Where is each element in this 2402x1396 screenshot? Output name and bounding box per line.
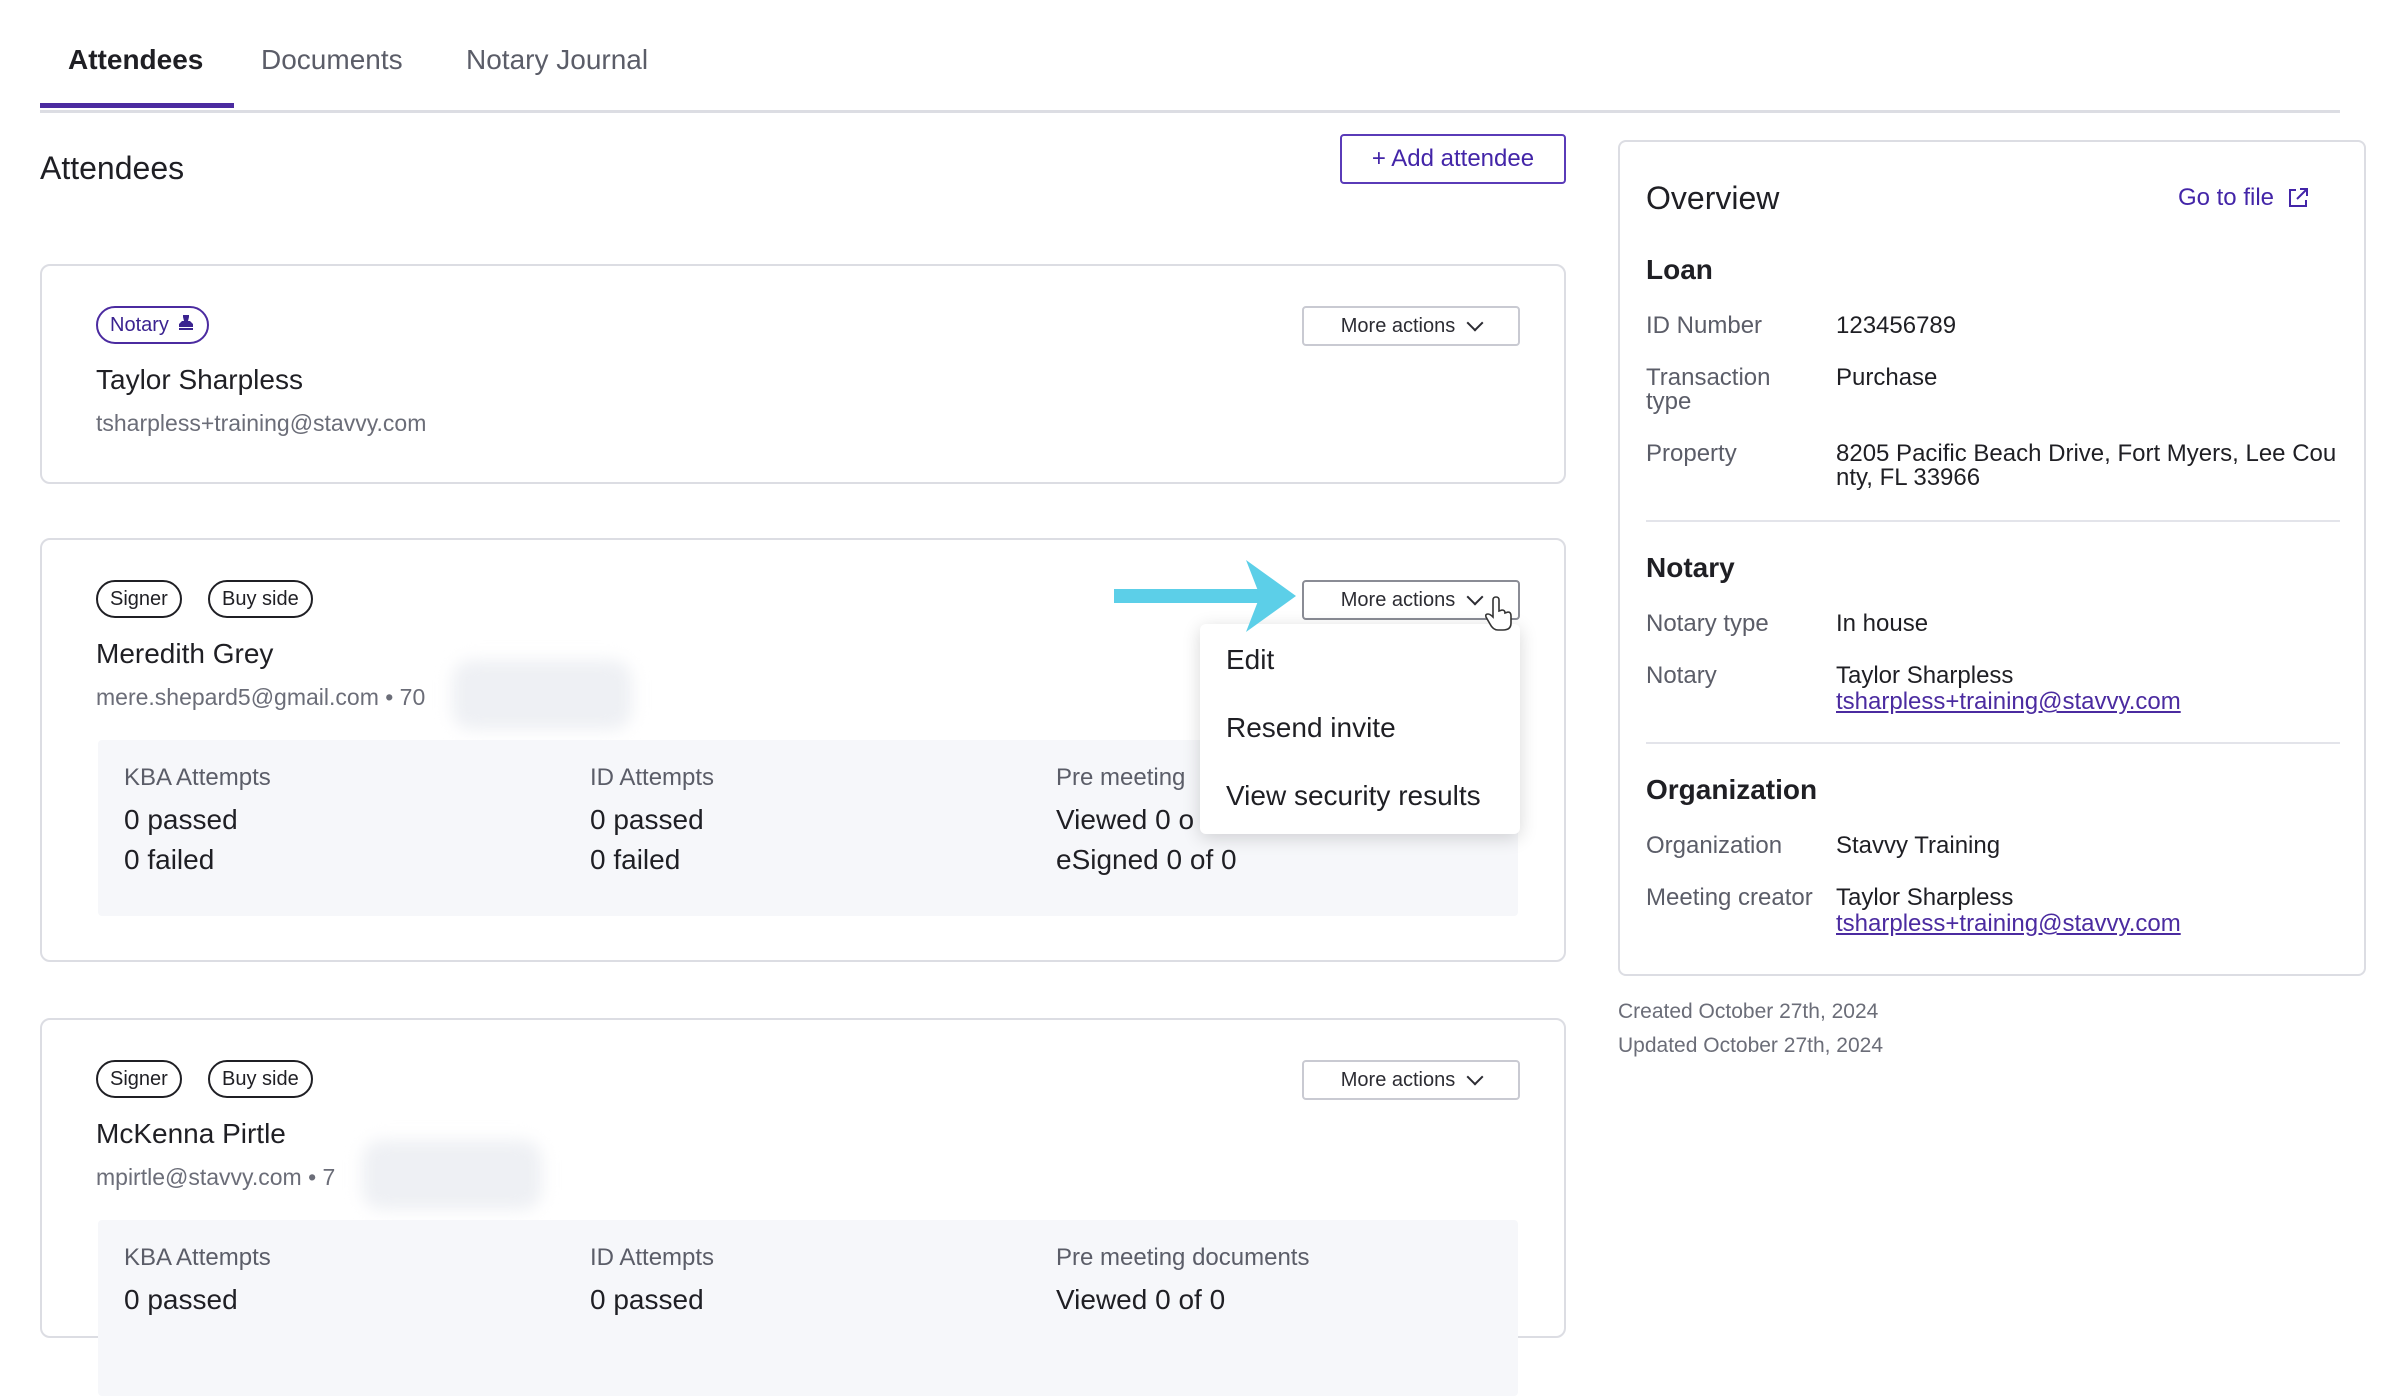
active-tab-indicator <box>40 103 234 108</box>
add-attendee-button[interactable]: + Add attendee <box>1340 134 1566 184</box>
signer-tag: Signer <box>96 1060 182 1098</box>
id-label: ID Attempts <box>590 764 715 791</box>
pre-meeting-viewed: Viewed 0 o <box>1056 804 1195 835</box>
tab-attendees[interactable]: Attendees <box>68 44 203 76</box>
property-value: 8205 Pacific Beach Drive, Fort Myers, Le… <box>1836 440 2337 491</box>
menu-item-view-security-results[interactable]: View security results <box>1226 780 1481 812</box>
organization-value: Stavvy Training <box>1836 832 2001 859</box>
more-actions-label: More actions <box>1340 1068 1456 1091</box>
divider <box>1646 520 2340 522</box>
redacted-phone <box>452 660 632 730</box>
tab-documents[interactable]: Documents <box>261 44 403 76</box>
stamp-icon <box>177 313 195 337</box>
meeting-creator-name: Taylor Sharpless <box>1836 884 2014 911</box>
id-failed: 0 failed <box>590 844 681 875</box>
pre-meeting-viewed: Viewed 0 of 0 <box>1056 1284 1226 1315</box>
id-passed: 0 passed <box>590 804 704 835</box>
attendee-name: McKenna Pirtle <box>96 1118 286 1149</box>
tab-notary-journal[interactable]: Notary Journal <box>466 44 648 76</box>
id-number-label: ID Number <box>1646 312 1763 339</box>
chevron-down-icon <box>1466 1068 1484 1086</box>
notary-label: Notary <box>1646 662 1717 689</box>
id-number-value: 123456789 <box>1836 312 1957 339</box>
signer-tag: Signer <box>96 580 182 618</box>
overview-panel: Overview Go to file Loan ID Number 12345… <box>1618 140 2366 976</box>
kba-passed: 0 passed <box>124 1284 238 1315</box>
attendee-stats: KBA Attempts 0 passed ID Attempts 0 pass… <box>98 1220 1518 1396</box>
chevron-down-icon <box>1466 314 1484 332</box>
pre-meeting-label: Pre meeting <box>1056 764 1186 791</box>
notary-type-value: In house <box>1836 610 1929 637</box>
pre-meeting-esigned: eSigned 0 of 0 <box>1056 844 1237 875</box>
notary-type-label: Notary type <box>1646 610 1769 637</box>
id-passed: 0 passed <box>590 1284 704 1315</box>
more-actions-menu: Edit Resend invite View security results <box>1200 624 1520 834</box>
meeting-creator-email-link[interactable]: tsharpless+training@stavvy.com <box>1836 910 2181 938</box>
more-actions-button[interactable]: More actions <box>1302 306 1520 346</box>
attendee-email: mpirtle@stavvy.com • 7 <box>96 1164 336 1190</box>
transaction-type-value: Purchase <box>1836 364 1938 391</box>
more-actions-label: More actions <box>1340 588 1456 611</box>
redacted-phone <box>362 1140 542 1210</box>
divider <box>1646 742 2340 744</box>
property-label: Property <box>1646 440 1737 467</box>
created-date: Created October 27th, 2024 <box>1618 1000 1879 1023</box>
buy-side-tag: Buy side <box>208 580 313 618</box>
more-actions-button[interactable]: More actions <box>1302 1060 1520 1100</box>
chevron-down-icon <box>1466 588 1484 606</box>
updated-date: Updated October 27th, 2024 <box>1618 1034 1884 1057</box>
kba-label: KBA Attempts <box>124 1244 271 1271</box>
tab-bar: Attendees Documents Notary Journal <box>40 0 2340 113</box>
attendee-card-notary: Notary More actions Taylor Sharpless tsh… <box>40 264 1566 484</box>
attendee-email: mere.shepard5@gmail.com • 70 <box>96 684 426 710</box>
menu-item-resend-invite[interactable]: Resend invite <box>1226 712 1396 744</box>
attendee-name: Meredith Grey <box>96 638 274 669</box>
id-label: ID Attempts <box>590 1244 715 1271</box>
annotation-arrow-icon <box>1114 560 1296 632</box>
more-actions-label: More actions <box>1340 314 1456 337</box>
kba-failed: 0 failed <box>124 844 215 875</box>
organization-label: Organization <box>1646 832 1783 859</box>
transaction-type-label: Transaction type <box>1646 364 1771 415</box>
notary-heading: Notary <box>1646 552 1735 583</box>
buy-side-tag: Buy side <box>208 1060 313 1098</box>
notary-tag: Notary <box>96 306 209 344</box>
go-to-file-label: Go to file <box>2177 184 2274 211</box>
loan-heading: Loan <box>1646 254 1713 285</box>
section-title: Attendees <box>40 150 185 186</box>
notary-email-link[interactable]: tsharpless+training@stavvy.com <box>1836 688 2181 716</box>
kba-label: KBA Attempts <box>124 764 271 791</box>
attendee-card-signer: Signer Buy side More actions McKenna Pir… <box>40 1018 1566 1396</box>
attendee-email: tsharpless+training@stavvy.com <box>96 410 427 436</box>
organization-heading: Organization <box>1646 774 1818 805</box>
kba-passed: 0 passed <box>124 804 238 835</box>
notary-name: Taylor Sharpless <box>1836 662 2014 689</box>
go-to-file-link[interactable]: Go to file <box>2178 184 2310 212</box>
external-link-icon <box>2289 188 2308 207</box>
hand-cursor-icon <box>1484 596 1512 631</box>
pre-meeting-label: Pre meeting documents <box>1056 1244 1310 1271</box>
menu-item-edit[interactable]: Edit <box>1226 644 1274 676</box>
overview-title: Overview <box>1646 180 1780 216</box>
notary-tag-label: Notary <box>110 313 169 336</box>
meeting-creator-label: Meeting creator <box>1646 884 1813 911</box>
attendee-name: Taylor Sharpless <box>96 364 303 395</box>
